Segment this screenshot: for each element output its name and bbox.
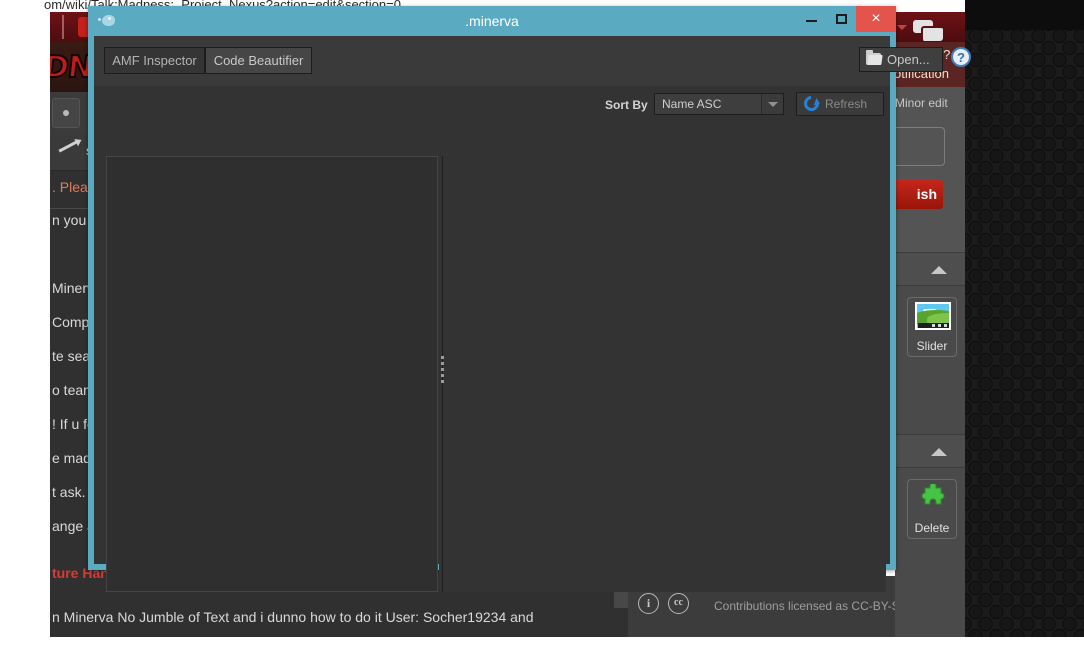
wiki-text-line: e mad [52, 450, 91, 466]
hex-top-bar [965, 0, 1084, 30]
main-content-area [94, 128, 890, 592]
window-client-area: AMF Inspector Code Beautifier Open... ? … [94, 36, 971, 592]
sort-dropdown-button[interactable] [761, 94, 783, 114]
open-button[interactable]: Open... [859, 47, 943, 72]
window-titlebar[interactable]: .minerva × [88, 6, 896, 36]
tab-code-beautifier[interactable]: Code Beautifier [205, 47, 312, 74]
collapse-section-2[interactable] [895, 434, 965, 468]
panel-splitter[interactable] [439, 156, 446, 592]
license-label: Contributions licensed as CC-BY-SA. [714, 599, 911, 613]
minimize-button[interactable] [796, 6, 826, 32]
refresh-button[interactable]: Refresh [796, 92, 884, 116]
folder-open-icon [866, 50, 881, 65]
window-title: .minerva [465, 13, 519, 29]
image-thumbnail-icon [915, 302, 951, 330]
tab-amf-inspector[interactable]: AMF Inspector [104, 47, 205, 74]
minimize-icon [806, 20, 817, 22]
open-button-label: Open... [887, 52, 930, 67]
creative-commons-icon[interactable]: cc [668, 593, 689, 614]
chevron-up-icon [931, 266, 947, 274]
page-left-gutter [0, 12, 50, 654]
widget-slider[interactable]: Slider [907, 297, 957, 357]
widget-label: Slider [916, 339, 948, 353]
chat-bubble-icon[interactable] [913, 20, 943, 41]
amf-tree-panel[interactable] [106, 156, 438, 592]
help-button[interactable]: ? [951, 47, 971, 67]
minerva-window: .minerva × AMF Inspector Code Beautifier [88, 6, 971, 592]
pen-icon [58, 140, 78, 153]
amf-detail-panel[interactable] [446, 156, 886, 592]
close-button[interactable]: × [856, 6, 896, 32]
edit-side-panel: o editing? otification Minor edit ish [875, 12, 965, 637]
collapse-section-1[interactable] [895, 252, 965, 286]
thumbnail-bar [918, 323, 949, 328]
sort-bar: Sort By Name ASC Refresh [94, 86, 890, 128]
puzzle-piece-icon [921, 484, 945, 505]
close-icon: × [871, 10, 881, 27]
circle-icon [63, 110, 69, 116]
wiki-text-line: t ask. [52, 484, 86, 500]
app-toolbar: AMF Inspector Code Beautifier Open... ? [94, 36, 971, 87]
wiki-last-line: n Minerva No Jumble of Text and i dunno … [52, 609, 534, 625]
edit-summary-section: ish [875, 121, 965, 252]
refresh-button-label: Refresh [825, 97, 868, 111]
info-icon[interactable]: i [638, 593, 659, 614]
splitter-line [442, 156, 443, 592]
widget-delete[interactable]: Delete [907, 479, 957, 539]
minor-edit-row[interactable]: Minor edit [895, 87, 965, 121]
sort-by-label: Sort By [605, 98, 648, 112]
maximize-button[interactable] [826, 6, 856, 32]
tab-amf-inspector-label: AMF Inspector [112, 53, 197, 68]
wiki-text-line: n you [52, 212, 87, 228]
screen-root: om/wiki/Talk:Madness:_Project_Nexus?acti… [0, 0, 1084, 654]
sort-by-select[interactable]: Name ASC [654, 93, 784, 115]
refresh-icon [800, 92, 823, 115]
edit-panel-header [895, 12, 965, 42]
publish-label: ish [916, 186, 937, 202]
maximize-icon [836, 14, 847, 24]
masthead-divider [62, 15, 64, 39]
splitter-grip-icon [441, 356, 444, 359]
page-bottom-strip [0, 637, 1084, 654]
toolbar-button-circle[interactable] [52, 98, 80, 128]
sort-by-value: Name ASC [662, 97, 722, 111]
widget-label: Delete [914, 521, 950, 535]
tab-code-beautifier-label: Code Beautifier [213, 53, 304, 68]
minor-edit-label: Minor edit [895, 96, 948, 110]
chevron-down-icon[interactable] [897, 25, 907, 30]
hex-texture-background [965, 0, 1084, 654]
chevron-down-icon [768, 102, 778, 107]
chevron-up-icon-2 [931, 448, 947, 456]
